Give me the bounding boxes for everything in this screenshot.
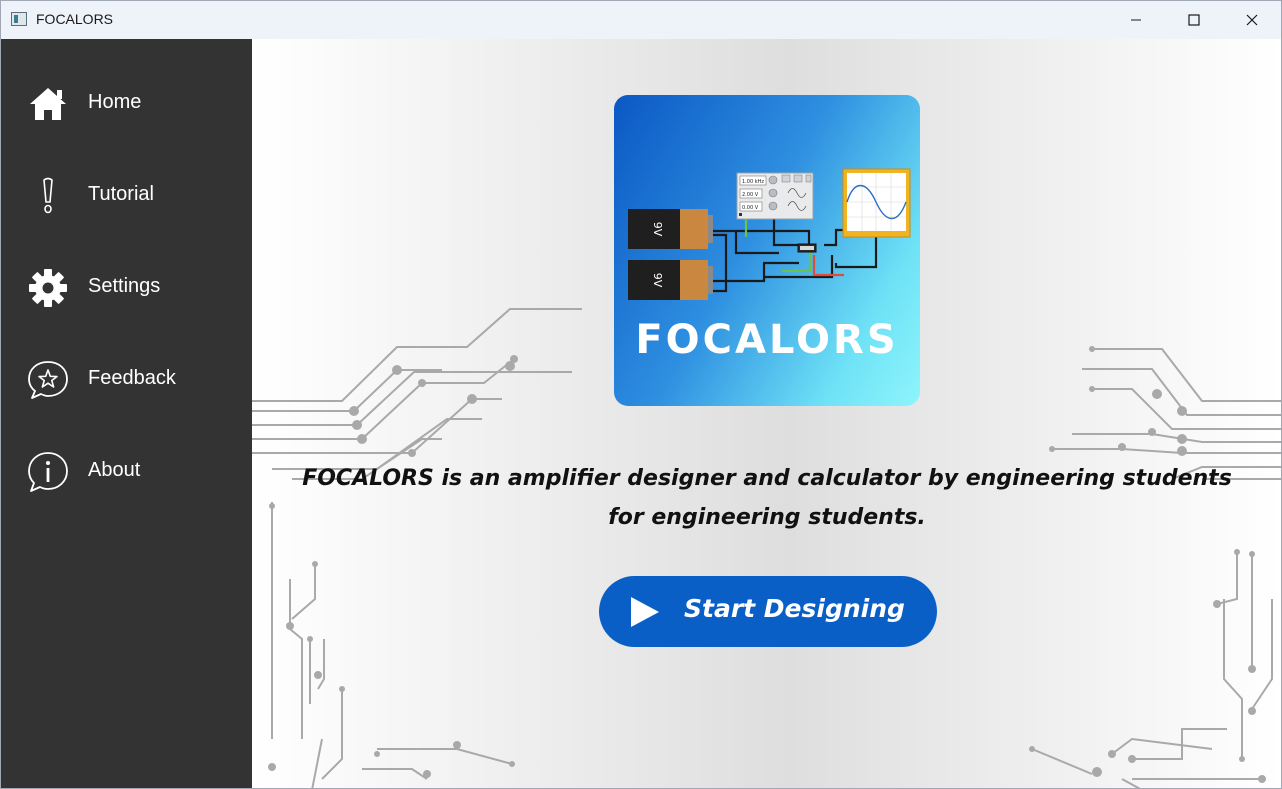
- app-description: FOCALORS is an amplifier designer and ca…: [302, 466, 1232, 530]
- info-icon: [27, 451, 69, 493]
- sidebar-item-label: About: [88, 459, 141, 481]
- app-window: FOCALORS Home Tutorial Settings Feedback…: [0, 0, 1282, 789]
- maximize-icon: [1188, 14, 1200, 26]
- logo-readout: 1.00 kHz: [742, 179, 764, 185]
- window-title: FOCALORS: [36, 11, 114, 27]
- app-window-icon: [11, 12, 27, 26]
- logo-wordmark: FOCALORS: [635, 317, 899, 363]
- focalors-logo: 1.00 kHz 2.00 V 0.00 V 9V 9V FOCALORS: [614, 95, 920, 406]
- exclamation-icon: [27, 175, 69, 217]
- logo-readout: 0.00 V: [742, 205, 759, 211]
- sidebar-item-label: Home: [88, 91, 142, 113]
- home-content: 1.00 kHz 2.00 V 0.00 V 9V 9V FOCALORS FO…: [252, 39, 1281, 788]
- title-bar[interactable]: FOCALORS: [1, 1, 1281, 39]
- sidebar-item-home[interactable]: Home: [1, 73, 252, 133]
- sidebar-item-feedback[interactable]: Feedback: [1, 349, 252, 409]
- sidebar-item-about[interactable]: About: [1, 441, 252, 501]
- sidebar-item-label: Tutorial: [88, 183, 154, 205]
- sidebar-item-label: Feedback: [88, 367, 176, 389]
- sidebar-item-label: Settings: [88, 275, 161, 297]
- start-designing-button[interactable]: Start Designing: [599, 576, 937, 647]
- sidebar-item-tutorial[interactable]: Tutorial: [1, 165, 252, 225]
- minimize-button[interactable]: [1107, 1, 1165, 39]
- sidebar: Home Tutorial Settings Feedback About: [1, 39, 252, 788]
- logo-readout: 2.00 V: [742, 192, 759, 198]
- close-icon: [1246, 14, 1258, 26]
- feedback-star-icon: [27, 359, 69, 401]
- battery-label: 9V: [651, 273, 664, 288]
- sidebar-item-settings[interactable]: Settings: [1, 257, 252, 317]
- battery-label: 9V: [651, 222, 664, 237]
- home-icon: [27, 83, 69, 125]
- gear-icon: [27, 267, 69, 309]
- start-designing-label: Start Designing: [684, 594, 905, 623]
- minimize-icon: [1131, 19, 1141, 21]
- close-button[interactable]: [1223, 1, 1281, 39]
- maximize-button[interactable]: [1165, 1, 1223, 39]
- play-icon: [631, 597, 659, 627]
